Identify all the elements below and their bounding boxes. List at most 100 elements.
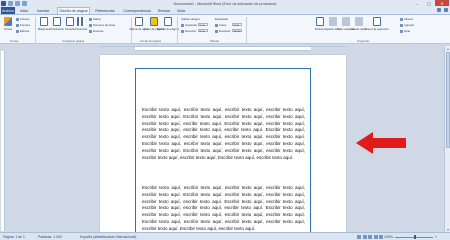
outline-icon[interactable] [373,234,378,239]
tab-inicio[interactable]: Inicio [17,7,31,14]
language-indicator[interactable]: Español (alfabetización internacional) [80,235,136,239]
red-arrow-icon [356,132,406,154]
numeros-de-linea-button[interactable]: Números de línea [89,23,115,27]
fonts-icon [16,23,19,27]
fuentes-button[interactable]: Fuentes [16,23,30,27]
maximize-button[interactable]: ▢ [423,0,435,6]
zoom-in-button[interactable]: + [435,235,437,239]
espaciado-despues-input[interactable]: 10 pto [232,28,242,33]
enviar-atras-button[interactable]: Enviar atrás [352,17,366,31]
title-bar: Documento1 - Microsoft Word (Error de ac… [0,0,450,7]
line-numbers-icon [89,23,92,27]
close-button[interactable]: ✕ [435,0,449,6]
scrollbar-thumb[interactable] [446,52,450,148]
group-label-temas: Temas [10,39,19,43]
bordes-de-pagina-button[interactable]: Bordes de página [157,17,179,31]
group-label-parrafo: Párrafo [210,39,220,43]
agrupar-button[interactable]: Agrupar [400,23,414,27]
draft-icon[interactable] [379,234,383,239]
tab-diseno-de-pagina[interactable]: Diseño de página [57,7,90,14]
print-layout-icon[interactable] [357,234,361,239]
vertical-ruler[interactable] [1,51,5,231]
word-count[interactable]: Palabras: 1.000 [38,235,62,239]
panel-de-seleccion-button[interactable]: Panel de selección [365,17,389,31]
group-icon [400,23,403,27]
espaciado-label: Espaciado [215,17,229,21]
saltos-button[interactable]: Saltos [89,17,101,21]
margins-icon [40,17,48,26]
breaks-icon [89,17,92,21]
effects-icon [16,29,19,33]
ruler-left-margin [100,47,135,52]
tab-referencias[interactable]: Referencias [92,7,118,14]
bring-forward-icon [342,17,350,26]
guiones-button[interactable]: Guiones [89,29,103,33]
traer-adelante-button[interactable]: Traer adelante [337,17,355,31]
hyphenation-icon [89,29,92,33]
sangria-izquierda-input[interactable]: 0 cm [198,22,208,27]
ribbon-divider [177,17,178,43]
espaciado-despues-label: Después: [215,29,231,33]
view-buttons [357,234,383,239]
web-layout-icon[interactable] [368,234,372,239]
girar-button[interactable]: Girar [400,29,410,33]
help-icon[interactable] [444,8,448,12]
spacing-before-icon [215,23,218,27]
sangria-derecha-label: Derecha: [181,29,196,33]
alinear-button[interactable]: Alinear [400,17,413,21]
zoom-slider-handle[interactable] [414,235,416,239]
position-icon [316,17,324,26]
columns-icon [77,17,85,26]
ribbon-page-layout: Temas Colores Fuentes Efectos Temas Márg… [0,14,450,44]
page-count[interactable]: Página: 1 de 1 [3,235,25,239]
ribbon-tabs: Archivo Inicio Insertar Diseño de página… [0,7,450,14]
status-bar: Página: 1 de 1 Palabras: 1.000 Español (… [0,232,450,240]
horizontal-ruler[interactable] [100,46,346,52]
document-page[interactable]: Escribir texto aquí, escribir texto aquí… [100,55,346,240]
page-color-icon [150,17,158,26]
scroll-up-arrow-icon[interactable]: ▲ [445,46,450,51]
group-label-organizar: Organizar [357,39,370,43]
tab-correspondencia[interactable]: Correspondencia [121,7,153,14]
espaciado-antes-label: Antes: [215,23,227,27]
margenes-button[interactable]: Márgenes [38,17,50,31]
colors-icon [16,17,19,21]
sangria-izquierda-label: Izquierda: [181,23,197,27]
rotate-icon [400,29,403,33]
send-backward-icon [355,17,363,26]
page-borders-icon [164,17,172,26]
group-label-configurar-pagina: Configurar página [62,39,85,43]
orientacion-button[interactable]: Orientación [50,17,64,31]
zoom-out-button[interactable]: – [392,235,394,239]
vertical-scrollbar[interactable]: ▲ ▼ [444,46,450,232]
sangria-derecha-input[interactable]: 0 cm [198,28,208,33]
window-title: Documento1 - Microsoft Word (Error de ac… [173,1,277,6]
group-label-fondo-de-pagina: Fondo de página [140,39,161,43]
tab-revisar[interactable]: Revisar [156,7,172,14]
tab-archivo[interactable]: Archivo [1,7,15,14]
efectos-button[interactable]: Efectos [16,29,29,33]
indent-right-icon [181,29,184,33]
orientation-icon [53,17,61,26]
minimize-ribbon-icon[interactable] [437,8,441,12]
minimize-button[interactable]: – [411,0,423,6]
indent-left-icon [181,23,184,27]
espaciado-antes-input[interactable]: 0 pto [232,22,242,27]
themes-icon [4,17,12,26]
posicion-button[interactable]: Posición [314,17,326,31]
tab-vista[interactable]: Vista [174,7,188,14]
document-paragraph-2[interactable]: Escribir texto aquí, escribir texto aquí… [142,185,305,233]
ribbon-divider [35,17,36,43]
watermark-icon [135,17,143,26]
ribbon-divider [246,17,247,43]
selection-pane-icon [373,17,381,26]
full-screen-icon[interactable] [362,234,367,239]
tab-insertar[interactable]: Insertar [33,7,53,14]
align-icon [400,17,403,21]
colores-button[interactable]: Colores [16,17,30,21]
columnas-button[interactable]: Columnas [75,17,87,31]
temas-button[interactable]: Temas [2,17,14,31]
aplicar-sangria-label: Aplicar sangría [181,17,200,21]
document-paragraph-1[interactable]: Escribir texto aquí, escribir texto aquí… [142,107,305,161]
spacing-after-icon [215,29,218,33]
